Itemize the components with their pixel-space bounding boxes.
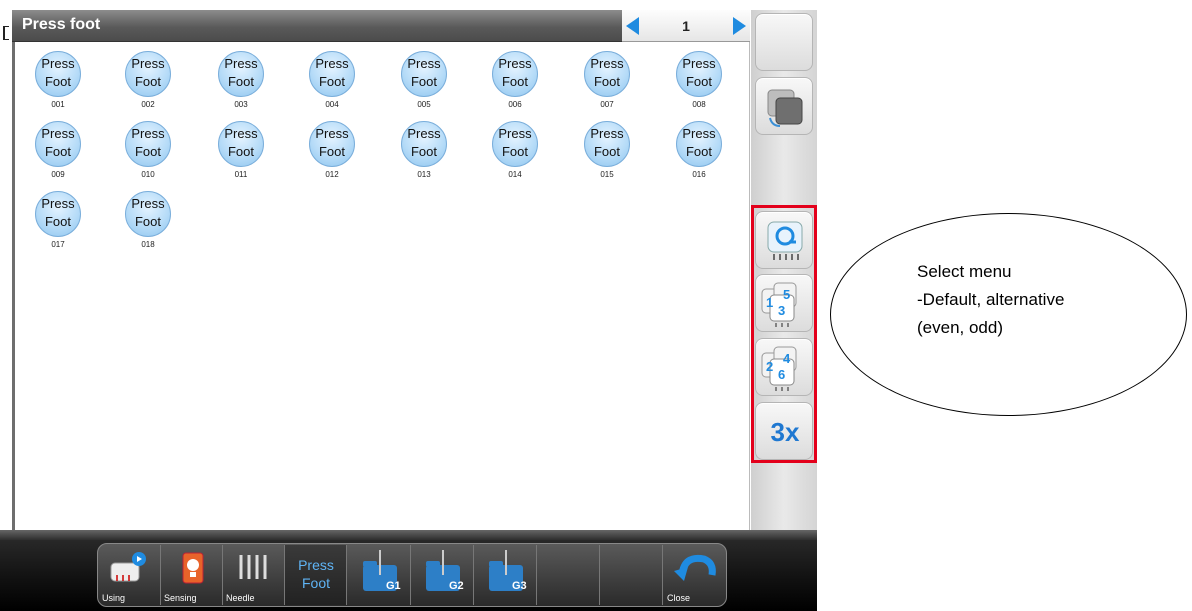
press-foot-item[interactable]: Press Foot 011 bbox=[206, 121, 276, 191]
group-2-button[interactable]: G2 bbox=[412, 545, 474, 605]
copy-icon bbox=[767, 89, 803, 127]
needles-icon bbox=[239, 555, 267, 579]
triple-select-button[interactable]: 3x bbox=[755, 402, 813, 460]
screen: Press foot 1 Press Foot 001 Press Foot 002 P… bbox=[0, 0, 1192, 611]
svg-text:2: 2 bbox=[766, 359, 773, 374]
press-foot-item[interactable]: Press Foot 015 bbox=[572, 121, 642, 191]
press-foot-item[interactable]: Press Foot 014 bbox=[480, 121, 550, 191]
press-foot-item[interactable]: Press Foot 007 bbox=[572, 51, 642, 121]
empty-slot-1 bbox=[538, 545, 600, 605]
svg-text:G2: G2 bbox=[449, 580, 464, 592]
svg-text:5: 5 bbox=[783, 287, 790, 302]
even-sequence-icon: 2 4 6 bbox=[761, 346, 797, 391]
sensing-button[interactable]: Sensing bbox=[161, 545, 223, 605]
item-number: 001 bbox=[51, 100, 65, 109]
needle-button[interactable]: Needle bbox=[223, 545, 285, 605]
machine-icon bbox=[110, 552, 146, 582]
folder-icon: G1 bbox=[363, 550, 401, 592]
svg-text:G3: G3 bbox=[512, 580, 527, 592]
using-button[interactable]: Using bbox=[99, 545, 161, 605]
item-number: 009 bbox=[51, 170, 65, 179]
item-number: 015 bbox=[600, 170, 614, 179]
item-number: 013 bbox=[417, 170, 431, 179]
item-number: 007 bbox=[600, 100, 614, 109]
next-page-icon[interactable] bbox=[733, 17, 746, 35]
group-3-button[interactable]: G3 bbox=[475, 545, 537, 605]
press-foot-item[interactable]: Press Foot 012 bbox=[297, 121, 367, 191]
item-number: 011 bbox=[234, 170, 248, 179]
press-foot-item[interactable]: Press Foot 005 bbox=[389, 51, 459, 121]
page-number: 1 bbox=[682, 18, 690, 34]
press-foot-item[interactable]: Press Foot 013 bbox=[389, 121, 459, 191]
folder-icon: G3 bbox=[489, 550, 527, 592]
prev-page-icon[interactable] bbox=[626, 17, 639, 35]
svg-text:1: 1 bbox=[766, 295, 773, 310]
press-foot-item[interactable]: Press Foot 009 bbox=[23, 121, 93, 191]
item-number: 008 bbox=[692, 100, 706, 109]
triple-label: 3x bbox=[770, 417, 800, 447]
press-foot-item[interactable]: Press Foot 016 bbox=[664, 121, 734, 191]
press-foot-item[interactable]: Press Foot 018 bbox=[113, 191, 183, 261]
annotation-text: Select menu -Default, alternative (even,… bbox=[917, 262, 1065, 337]
press-foot-item[interactable]: Press Foot 003 bbox=[206, 51, 276, 121]
close-button[interactable]: Close bbox=[664, 545, 726, 605]
press-foot-item[interactable]: Press Foot 002 bbox=[113, 51, 183, 121]
copy-button[interactable] bbox=[755, 77, 813, 135]
item-number: 003 bbox=[234, 100, 248, 109]
window-title: Press foot bbox=[22, 16, 101, 33]
folder-icon: G2 bbox=[426, 550, 464, 592]
item-number: 005 bbox=[417, 100, 431, 109]
bracket-artifact bbox=[3, 26, 9, 40]
item-number: 004 bbox=[325, 100, 339, 109]
svg-text:G1: G1 bbox=[386, 580, 401, 592]
item-number: 016 bbox=[692, 170, 706, 179]
item-number: 002 bbox=[141, 100, 155, 109]
default-select-button[interactable] bbox=[755, 211, 813, 269]
even-select-button[interactable]: 2 4 6 bbox=[755, 338, 813, 396]
rotate-needles-icon bbox=[767, 221, 803, 260]
empty-slot-2 bbox=[601, 545, 663, 605]
odd-sequence-icon: 1 5 3 bbox=[761, 282, 797, 327]
svg-text:6: 6 bbox=[778, 367, 785, 382]
press-foot-item[interactable]: Press Foot 001 bbox=[23, 51, 93, 121]
press-foot-item[interactable]: Press Foot 010 bbox=[113, 121, 183, 191]
svg-text:3: 3 bbox=[778, 303, 785, 318]
press-foot-item[interactable]: Press Foot 004 bbox=[297, 51, 367, 121]
press-foot-item[interactable]: Press Foot 008 bbox=[664, 51, 734, 121]
press-foot-item[interactable]: Press Foot 017 bbox=[23, 191, 93, 261]
blank-button[interactable] bbox=[755, 13, 813, 71]
svg-text:4: 4 bbox=[783, 351, 791, 366]
undo-arrow-icon bbox=[674, 554, 716, 581]
item-number: 017 bbox=[51, 240, 65, 249]
press-foot-tab[interactable]: Press Foot bbox=[285, 545, 347, 605]
item-number: 012 bbox=[325, 170, 339, 179]
item-number: 010 bbox=[141, 170, 155, 179]
item-number: 014 bbox=[508, 170, 522, 179]
item-number: 006 bbox=[508, 100, 522, 109]
page-selector: 1 bbox=[622, 10, 750, 42]
item-number: 018 bbox=[141, 240, 155, 249]
sensing-icon bbox=[182, 552, 204, 584]
group-1-button[interactable]: G1 bbox=[349, 545, 411, 605]
press-foot-item[interactable]: Press Foot 006 bbox=[480, 51, 550, 121]
odd-select-button[interactable]: 1 5 3 bbox=[755, 274, 813, 332]
title-bar: Press foot bbox=[12, 10, 622, 42]
